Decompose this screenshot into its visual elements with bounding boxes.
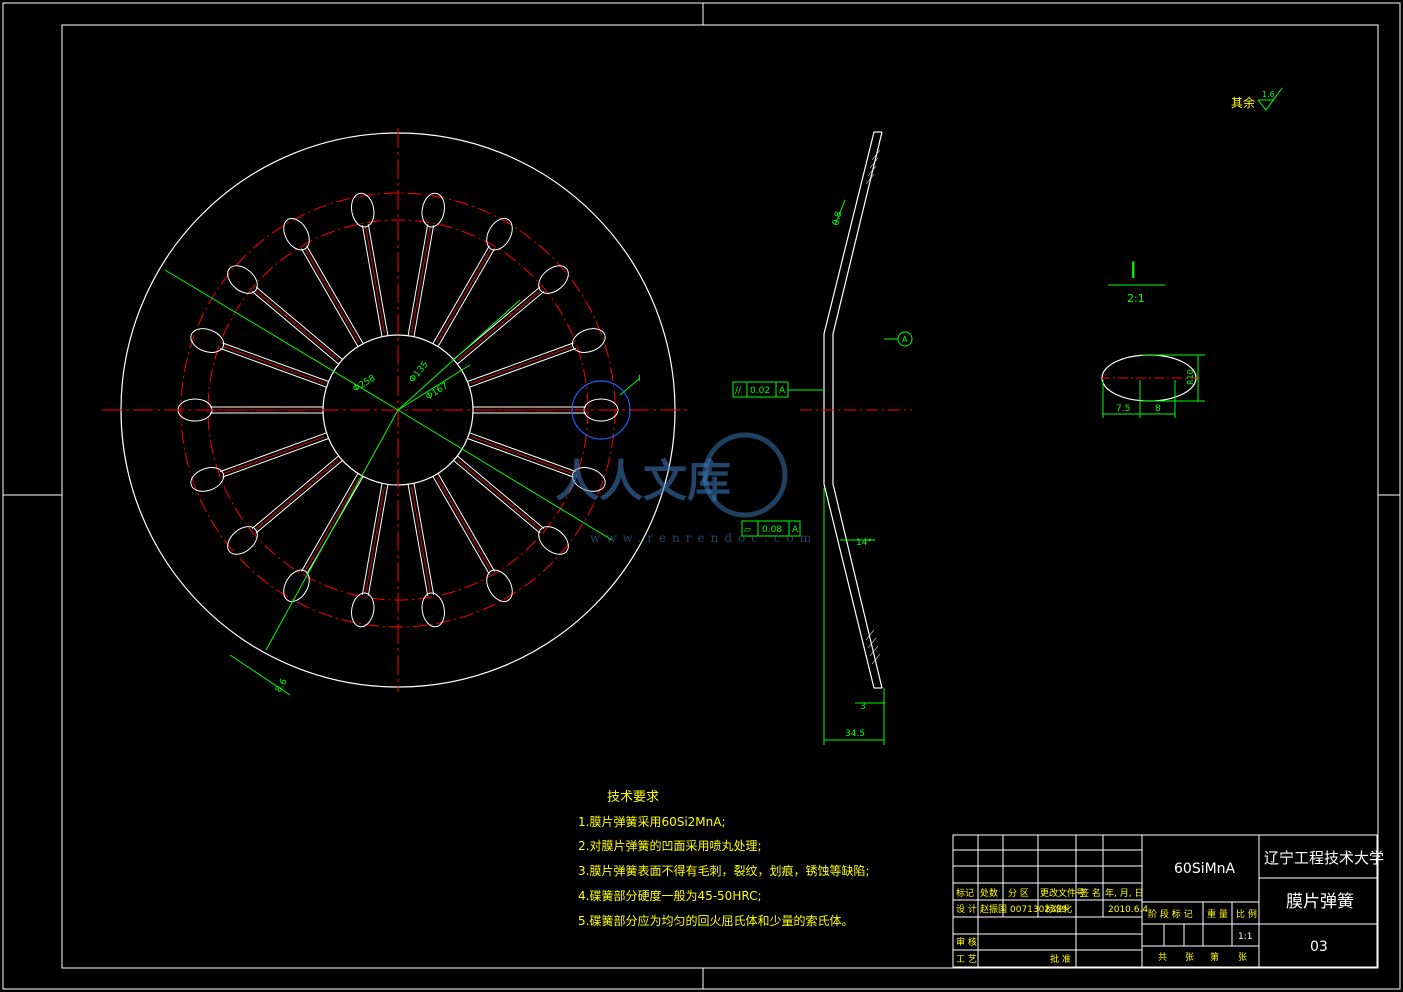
dim-phi258: Φ258 bbox=[351, 373, 377, 394]
svg-text:其余: 其余 bbox=[1231, 95, 1255, 110]
dim-thickness-top: 0.8 bbox=[831, 210, 844, 227]
surface-roughness: 其余 1.6 bbox=[1231, 87, 1283, 111]
radial-slot bbox=[407, 192, 445, 337]
dim-thickness-bottom: 3 bbox=[860, 702, 866, 712]
title-block: 60SiMnA 辽宁工程技术大学 膜片弹簧 03 1:1 标记 处数 分 区 更… bbox=[952, 834, 1384, 968]
radial-slot bbox=[453, 265, 569, 365]
material: 60SiMnA bbox=[1174, 861, 1236, 877]
svg-text:阶 段 标 记: 阶 段 标 记 bbox=[1148, 908, 1193, 920]
svg-text:共: 共 bbox=[1158, 952, 1167, 963]
radial-slot bbox=[190, 328, 329, 388]
front-view: Φ258 Φ135 Φ167 8.6 I bbox=[102, 128, 690, 696]
svg-text:2010.6.4: 2010.6.4 bbox=[1108, 905, 1148, 915]
radial-slot bbox=[227, 265, 343, 365]
detail-dim-height: R10 bbox=[1186, 369, 1195, 385]
tech-item-4: 4.碟簧部分硬度一般为45-50HRC; bbox=[578, 888, 762, 903]
detail-label: I bbox=[1130, 259, 1137, 284]
svg-text:处数: 处数 bbox=[980, 887, 998, 899]
svg-text:分 区: 分 区 bbox=[1008, 888, 1029, 899]
scale-value: 1:1 bbox=[1238, 932, 1252, 942]
part-name: 膜片弹簧 bbox=[1286, 892, 1354, 912]
svg-text:设 计: 设 计 bbox=[956, 903, 977, 915]
dim-height: 34.5 bbox=[845, 729, 865, 739]
detail-dim-right: 8 bbox=[1155, 404, 1161, 414]
svg-text:签 名: 签 名 bbox=[1080, 887, 1101, 899]
tech-item-3: 3.膜片弹簧表面不得有毛刺，裂纹，划痕，锈蚀等缺陷; bbox=[578, 863, 870, 878]
svg-text:审 核: 审 核 bbox=[956, 936, 977, 948]
tech-title: 技术要求 bbox=[607, 790, 659, 805]
cad-drawing: Φ258 Φ135 Φ167 8.6 I A // 0.02 A ▱ 0.08 … bbox=[2, 2, 1401, 990]
radial-slot bbox=[190, 432, 329, 492]
tech-requirements: 技术要求 1.膜片弹簧采用60Si2MnA; 2.对膜片弹簧的凹面采用喷丸处理;… bbox=[578, 790, 870, 928]
svg-text:标准化: 标准化 bbox=[1045, 903, 1072, 915]
svg-text:A: A bbox=[779, 386, 786, 396]
svg-text://: // bbox=[735, 386, 742, 396]
dim-width: 8.6 bbox=[274, 677, 290, 695]
svg-text:比 例: 比 例 bbox=[1236, 908, 1257, 920]
detail-scale: 2:1 bbox=[1127, 292, 1145, 305]
detail-marker-label: I bbox=[638, 374, 641, 384]
svg-text:赵振国: 赵振国 bbox=[980, 903, 1007, 915]
drawing-number: 03 bbox=[1310, 939, 1328, 955]
svg-text:人人文库: 人人文库 bbox=[555, 456, 731, 507]
detail-view: I 2:1 R10 7.5 8 bbox=[1100, 259, 1205, 418]
svg-text:张: 张 bbox=[1238, 952, 1247, 963]
tech-item-2: 2.对膜片弹簧的凹面采用喷丸处理; bbox=[578, 838, 762, 853]
svg-text:www.renrendoc.com: www.renrendoc.com bbox=[590, 531, 817, 545]
svg-text:年, 月, 日: 年, 月, 日 bbox=[1105, 887, 1143, 899]
svg-text:1.6: 1.6 bbox=[1262, 90, 1275, 99]
dim-phi135: Φ135 bbox=[408, 360, 431, 385]
radial-slot bbox=[227, 455, 343, 555]
radial-slot bbox=[351, 192, 389, 337]
tolerance-parallel: // 0.02 A bbox=[732, 381, 824, 398]
svg-text:工 艺: 工 艺 bbox=[956, 954, 977, 965]
radial-slot bbox=[351, 483, 389, 628]
school-name: 辽宁工程技术大学 bbox=[1264, 849, 1384, 867]
dim-angle: 14° bbox=[856, 538, 872, 548]
svg-text:张: 张 bbox=[1185, 952, 1194, 963]
svg-text:第: 第 bbox=[1210, 951, 1219, 963]
svg-text:标记: 标记 bbox=[956, 887, 974, 899]
svg-text:批 准: 批 准 bbox=[1050, 953, 1071, 965]
svg-text:重 量: 重 量 bbox=[1207, 908, 1228, 920]
tech-item-5: 5.碟簧部分应为均匀的回火屈氏体和少量的索氏体。 bbox=[578, 913, 853, 928]
svg-text:0.02: 0.02 bbox=[750, 386, 770, 396]
dim-phi167: Φ167 bbox=[424, 381, 450, 402]
detail-dim-left: 7.5 bbox=[1116, 404, 1130, 414]
svg-text:更改文件号: 更改文件号 bbox=[1040, 887, 1085, 899]
datum-a: A bbox=[902, 335, 908, 344]
radial-slot bbox=[407, 483, 445, 628]
tech-item-1: 1.膜片弹簧采用60Si2MnA; bbox=[578, 814, 726, 829]
